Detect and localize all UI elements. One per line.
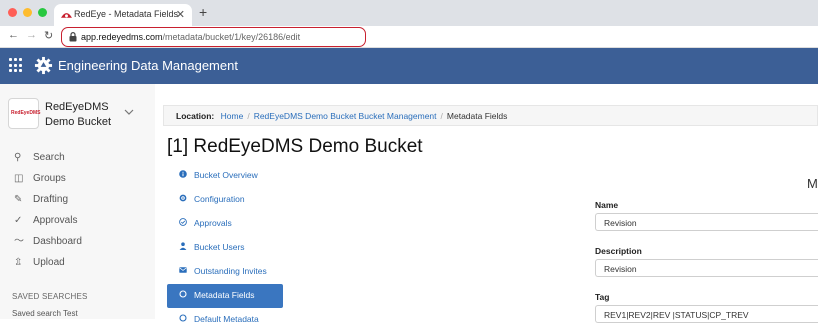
app-title: Engineering Data Management	[58, 58, 238, 73]
info-icon	[179, 170, 187, 178]
search-icon: ⚲	[14, 152, 22, 163]
browser-tab-bar: RedEye - Metadata Fields ✕ +	[0, 0, 818, 26]
chart-icon: 〜	[14, 236, 24, 247]
breadcrumb-home-link[interactable]: Home	[221, 111, 244, 121]
gear-icon	[34, 56, 53, 75]
sidebar-item-label: Search	[33, 152, 65, 163]
url-path: /metadata/bucket/1/key/26186/edit	[162, 32, 301, 42]
breadcrumb-separator: /	[247, 111, 250, 121]
breadcrumb-separator: /	[440, 111, 443, 121]
url-text: app.redeyedms.com/metadata/bucket/1/key/…	[81, 32, 300, 42]
cog-icon	[179, 194, 187, 202]
tab-title: RedEye - Metadata Fields	[74, 9, 179, 19]
menu-item-label: Configuration	[194, 194, 245, 204]
menu-item-default-metadata[interactable]: Default Metadata	[167, 308, 283, 332]
circle-icon	[179, 290, 187, 298]
upload-icon: ⇫	[14, 257, 23, 268]
breadcrumb-label: Location:	[176, 111, 215, 121]
reload-icon[interactable]: ↻	[44, 29, 53, 42]
menu-item-bucket-users[interactable]: Bucket Users	[167, 236, 283, 260]
bucket-logo-text: RedEyeDMS	[11, 110, 41, 116]
name-label: Name	[595, 200, 619, 210]
sidebar-item-label: Upload	[33, 257, 65, 268]
new-tab-button[interactable]: +	[199, 4, 207, 20]
menu-item-label: Bucket Users	[194, 242, 245, 252]
chevron-down-icon[interactable]	[124, 109, 134, 116]
pencil-icon: ✎	[14, 194, 23, 205]
menu-item-label: Approvals	[194, 218, 232, 228]
bucket-logo: RedEyeDMS	[8, 98, 41, 129]
breadcrumb: Location: Home / RedEyeDMS Demo Bucket Buc…	[163, 105, 818, 126]
tag-label: Tag	[595, 292, 610, 302]
menu-item-bucket-overview[interactable]: Bucket Overview	[167, 164, 283, 188]
menu-item-approvals[interactable]: Approvals	[167, 212, 283, 236]
close-window-button[interactable]	[8, 8, 17, 17]
app-header: Engineering Data Management	[0, 48, 818, 84]
bucket-selector-name[interactable]: RedEyeDMS Demo Bucket	[45, 100, 120, 130]
url-field[interactable]: app.redeyedms.com/metadata/bucket/1/key/…	[61, 27, 366, 47]
sidebar: RedEyeDMS RedEyeDMS Demo Bucket ⚲ Search…	[0, 84, 155, 319]
breadcrumb-current: Metadata Fields	[446, 111, 508, 121]
sidebar-item-label: Drafting	[33, 194, 69, 205]
groups-icon: ◫	[14, 173, 24, 184]
lock-icon	[69, 32, 77, 42]
menu-item-metadata-fields[interactable]: Metadata Fields	[167, 284, 283, 308]
section-heading-partial: M	[807, 176, 818, 191]
saved-searches-header: SAVED SEARCHES	[12, 292, 88, 301]
name-field[interactable]: Revision	[595, 213, 818, 231]
sidebar-item-label: Groups	[33, 173, 66, 184]
breadcrumb-bucket-link[interactable]: RedEyeDMS Demo Bucket Bucket Management	[254, 111, 437, 121]
menu-item-label: Outstanding Invites	[194, 266, 267, 276]
description-field[interactable]: Revision	[595, 259, 818, 277]
main-content: Location: Home / RedEyeDMS Demo Bucket Buc…	[155, 84, 818, 324]
back-icon[interactable]: ←	[8, 29, 19, 41]
address-bar: ← → ↻ app.redeyedms.com/metadata/bucket/…	[0, 26, 818, 48]
menu-item-configuration[interactable]: Configuration	[167, 188, 283, 212]
menu-item-label: Bucket Overview	[194, 170, 258, 180]
tag-field[interactable]: REV1|REV2|REV |STATUS|CP_TREV	[595, 305, 818, 323]
browser-tab[interactable]: RedEye - Metadata Fields ✕	[54, 4, 192, 26]
menu-item-label: Metadata Fields	[194, 290, 255, 300]
circle-icon	[179, 314, 187, 322]
minimize-window-button[interactable]	[23, 8, 32, 17]
sidebar-item-label: Approvals	[33, 215, 78, 226]
user-icon	[179, 242, 187, 250]
menu-item-label: Default Metadata	[194, 314, 259, 324]
envelope-icon	[179, 267, 187, 273]
sidebar-item-label: Dashboard	[33, 236, 82, 247]
window-controls	[8, 8, 47, 17]
url-host: app.redeyedms.com	[81, 32, 163, 42]
tab-close-icon[interactable]: ✕	[176, 8, 185, 21]
forward-icon[interactable]: →	[26, 29, 37, 41]
description-label: Description	[595, 246, 642, 256]
maximize-window-button[interactable]	[38, 8, 47, 17]
menu-item-outstanding-invites[interactable]: Outstanding Invites	[167, 260, 283, 284]
check-icon: ✓	[14, 215, 23, 226]
apps-grid-icon[interactable]	[9, 58, 24, 73]
saved-search-item[interactable]: Saved search Test	[12, 309, 78, 318]
bucket-menu: Bucket Overview Configuration Approvals …	[167, 164, 283, 332]
redeye-favicon-icon	[61, 13, 72, 18]
check-circle-icon	[179, 218, 187, 226]
page-title: [1] RedEyeDMS Demo Bucket	[167, 136, 423, 157]
